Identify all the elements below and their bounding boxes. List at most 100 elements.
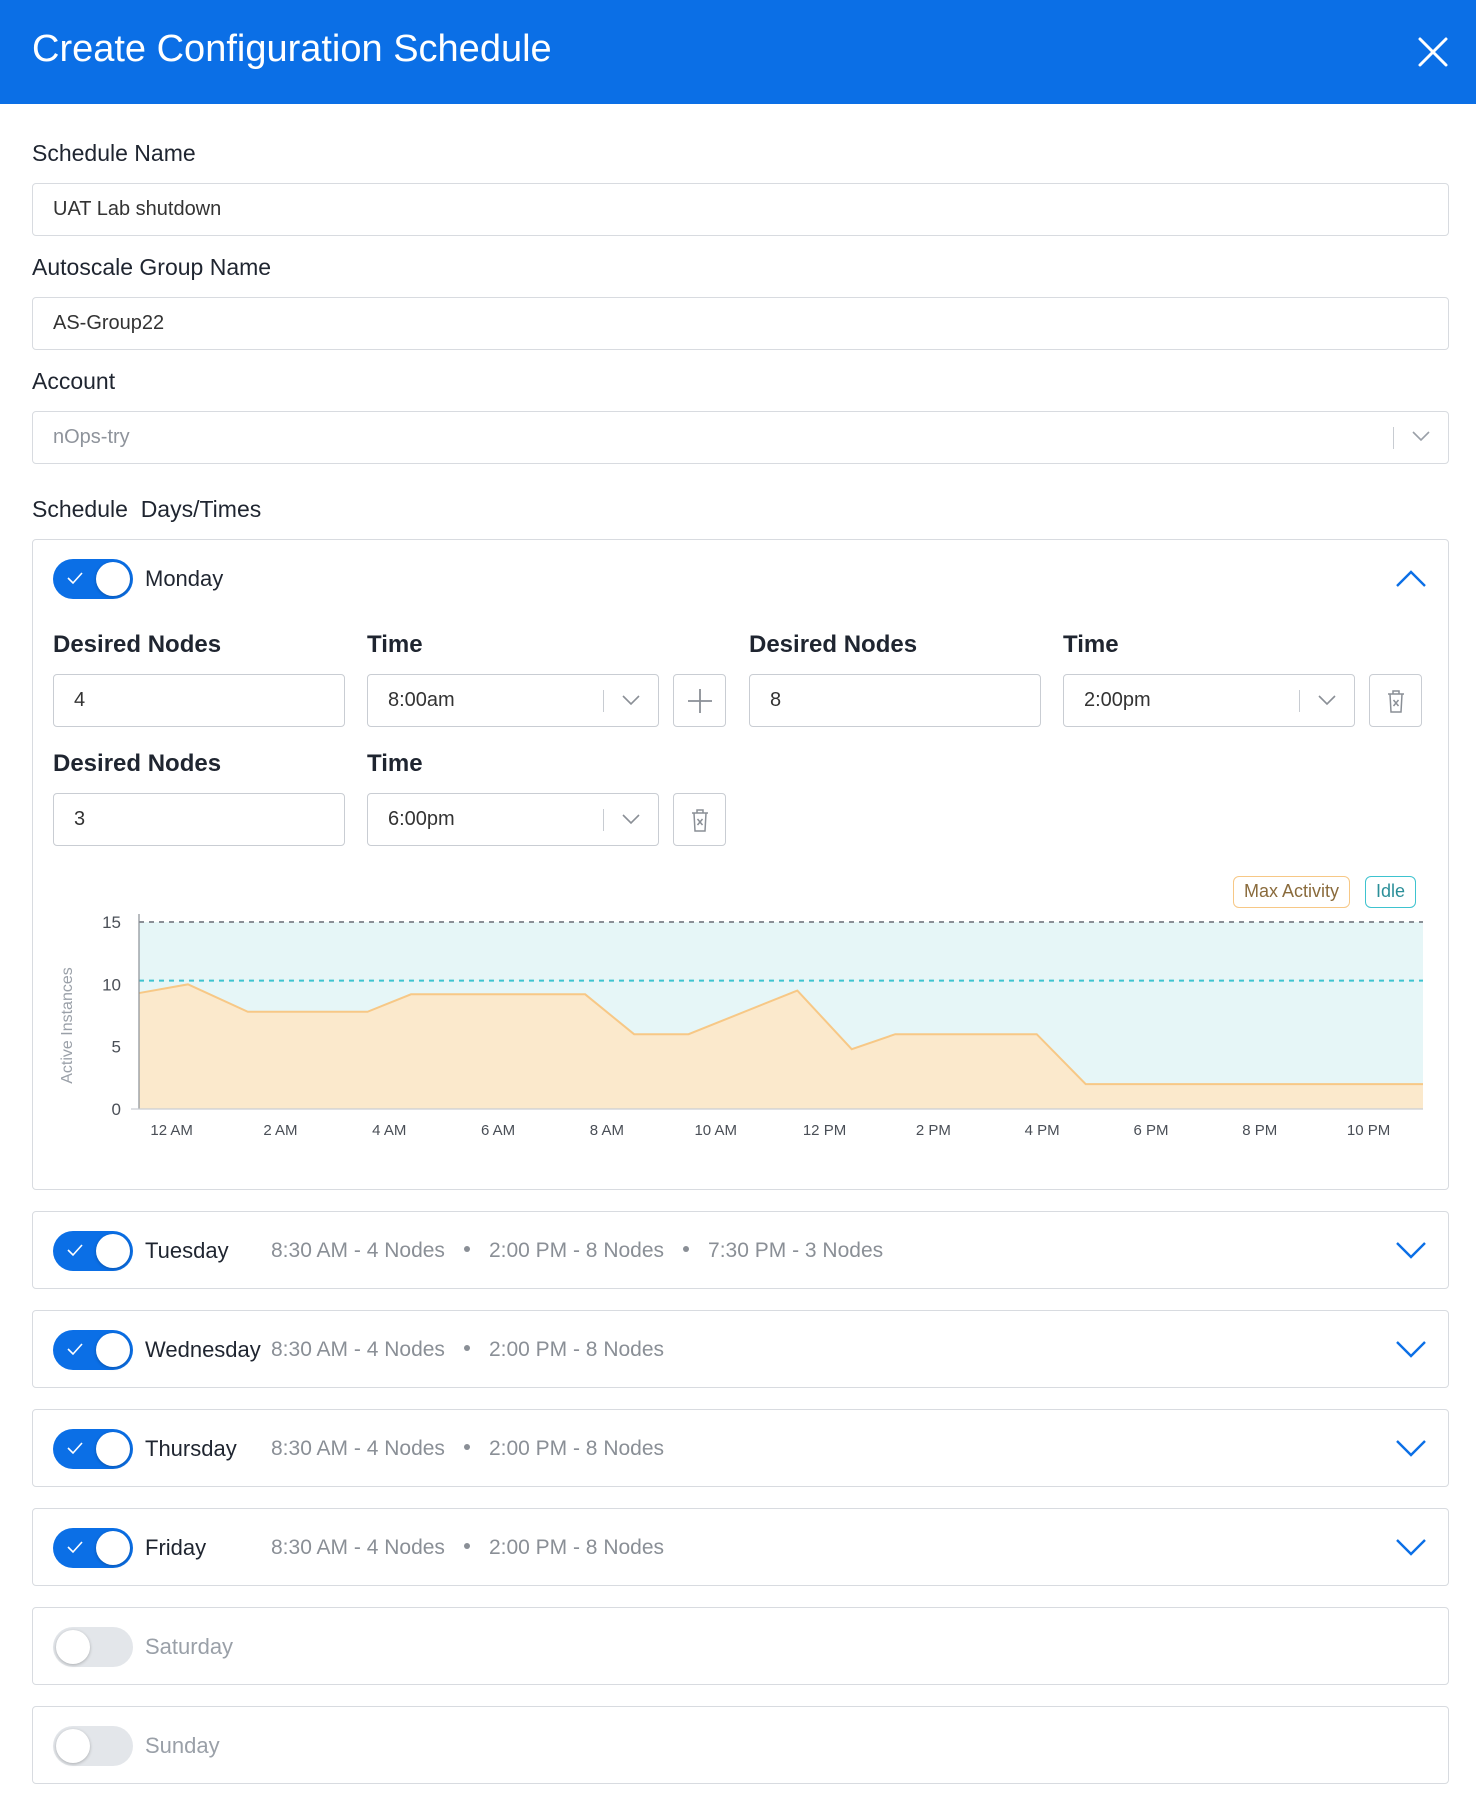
x-tick-label: 2 AM <box>263 1122 297 1139</box>
y-tick-label: 15 <box>102 913 121 932</box>
time-label: Time <box>1063 631 1119 658</box>
account-select[interactable]: nOps-try <box>32 411 1449 464</box>
close-icon[interactable] <box>1415 34 1451 70</box>
dialog-title: Create Configuration Schedule <box>32 28 552 70</box>
y-tick-label: 0 <box>112 1100 121 1119</box>
summary-entry: 2:00 PM - 8 Nodes <box>488 1338 665 1361</box>
separator-dot <box>683 1246 690 1253</box>
autoscale-group-input[interactable]: AS-Group22 <box>32 297 1449 350</box>
schedule-name-label: Schedule Name <box>32 140 196 166</box>
day-card-saturday: Saturday <box>32 1607 1449 1685</box>
select-divider <box>1393 427 1394 449</box>
day-card-monday: Monday Desired Nodes Time Desired Nodes … <box>32 539 1449 1190</box>
x-tick-label: 8 AM <box>590 1122 624 1139</box>
check-icon <box>67 1244 83 1257</box>
chevron-up-icon[interactable] <box>1395 568 1427 588</box>
chevron-down-icon[interactable] <box>1395 1339 1427 1359</box>
tuesday-toggle[interactable] <box>53 1231 133 1271</box>
x-tick-label: 2 PM <box>916 1122 951 1139</box>
day-card-thursday: Thursday 8:30 AM - 4 Nodes 2:00 PM - 8 No… <box>32 1409 1449 1487</box>
toggle-knob <box>96 1531 130 1565</box>
desired-nodes-label: Desired Nodes <box>53 750 222 777</box>
account-label: Account <box>32 368 116 394</box>
time-select-value: 2:00pm <box>1084 689 1151 711</box>
y-tick-label: 10 <box>102 975 121 994</box>
summary-entry: 2:00 PM - 8 Nodes <box>488 1437 665 1460</box>
chevron-down-icon[interactable] <box>1395 1240 1427 1260</box>
day-name-monday: Monday <box>145 566 224 591</box>
day-card-tuesday: Tuesday 8:30 AM - 4 Nodes 2:00 PM - 8 Nod… <box>32 1211 1449 1289</box>
select-divider <box>603 809 604 831</box>
time-label: Time <box>367 750 423 777</box>
desired-nodes-input[interactable]: 8 <box>749 674 1041 727</box>
toggle-knob <box>56 1630 90 1664</box>
time-select-value: 6:00pm <box>388 808 455 830</box>
toggle-knob <box>96 1432 130 1466</box>
autoscale-group-label: Autoscale Group Name <box>32 254 272 280</box>
summary-entry: 8:30 AM - 4 Nodes <box>271 1239 445 1262</box>
x-tick-label: 4 PM <box>1025 1122 1060 1139</box>
schedule-name-input[interactable]: UAT Lab shutdown <box>32 183 1449 236</box>
x-tick-label: 6 PM <box>1133 1122 1168 1139</box>
separator-dot <box>463 1246 470 1253</box>
check-icon <box>67 1442 83 1455</box>
friday-toggle[interactable] <box>53 1528 133 1568</box>
desired-nodes-label: Desired Nodes <box>53 631 222 658</box>
x-tick-label: 10 PM <box>1347 1122 1390 1139</box>
select-divider <box>1299 690 1300 712</box>
summary-entry: 8:30 AM - 4 Nodes <box>271 1338 445 1361</box>
trash-icon <box>692 809 708 832</box>
thursday-toggle[interactable] <box>53 1429 133 1469</box>
day-name-sunday: Sunday <box>145 1733 220 1758</box>
select-divider <box>603 690 604 712</box>
summary-entry: 8:30 AM - 4 Nodes <box>271 1536 445 1559</box>
chevron-down-icon[interactable] <box>1395 1438 1427 1458</box>
desired-nodes-input[interactable]: 3 <box>53 793 345 846</box>
account-select-value: nOps-try <box>53 426 130 448</box>
x-tick-label: 4 AM <box>372 1122 406 1139</box>
time-select-value: 8:00am <box>388 689 455 711</box>
day-card-wednesday: Wednesday 8:30 AM - 4 Nodes 2:00 PM - 8 N… <box>32 1310 1449 1388</box>
desired-nodes-label: Desired Nodes <box>749 631 918 658</box>
wednesday-toggle[interactable] <box>53 1330 133 1370</box>
day-name-wednesday: Wednesday <box>145 1337 261 1362</box>
dialog-header: Create Configuration Schedule <box>0 0 1476 104</box>
toggle-knob <box>56 1729 90 1763</box>
schedule-days-label: Schedule Days/Times <box>32 496 262 522</box>
x-tick-label: 12 AM <box>150 1122 193 1139</box>
time-select[interactable]: 6:00pm <box>367 793 659 846</box>
summary-entry: 2:00 PM - 8 Nodes <box>488 1536 665 1559</box>
x-tick-label: 6 AM <box>481 1122 515 1139</box>
summary-entry: 2:00 PM - 8 Nodes <box>488 1239 665 1262</box>
monday-toggle[interactable] <box>53 559 133 599</box>
separator-dot <box>463 1345 470 1352</box>
day-card-sunday: Sunday <box>32 1706 1449 1784</box>
schedule-summary: 8:30 AM - 4 Nodes 2:00 PM - 8 Nodes <box>271 1435 664 1463</box>
activity-chart: 0 5 10 15 12 AM 2 AM 4 AM 6 AM 8 AM 10 AM 12 PM 2 P… <box>59 913 1423 1139</box>
time-select[interactable]: 2:00pm <box>1063 674 1355 727</box>
delete-time-button[interactable] <box>673 793 726 846</box>
desired-nodes-input[interactable]: 4 <box>53 674 345 727</box>
separator-dot <box>463 1444 470 1451</box>
plus-icon <box>688 689 712 713</box>
delete-time-button[interactable] <box>1369 674 1422 727</box>
chevron-down-icon <box>622 695 640 706</box>
add-time-button[interactable] <box>673 674 726 727</box>
day-name-friday: Friday <box>145 1535 207 1560</box>
x-tick-label: 8 PM <box>1242 1122 1277 1139</box>
day-card-friday: Friday 8:30 AM - 4 Nodes 2:00 PM - 8 Node… <box>32 1508 1449 1586</box>
saturday-toggle[interactable] <box>53 1627 133 1667</box>
sunday-toggle[interactable] <box>53 1726 133 1766</box>
time-label: Time <box>367 631 423 658</box>
schedule-summary: 8:30 AM - 4 Nodes 2:00 PM - 8 Nodes <box>271 1336 664 1364</box>
chevron-down-icon[interactable] <box>1395 1537 1427 1557</box>
day-name-thursday: Thursday <box>145 1436 237 1461</box>
chevron-down-icon <box>1318 695 1336 706</box>
y-tick-label: 5 <box>112 1038 121 1057</box>
x-tick-label: 10 AM <box>694 1122 737 1139</box>
day-name-saturday: Saturday <box>145 1634 234 1659</box>
y-axis-label: Active Instances <box>59 967 76 1084</box>
check-icon <box>67 572 83 585</box>
schedule-summary: 8:30 AM - 4 Nodes 2:00 PM - 8 Nodes 7:30 P… <box>271 1237 883 1265</box>
time-select[interactable]: 8:00am <box>367 674 659 727</box>
